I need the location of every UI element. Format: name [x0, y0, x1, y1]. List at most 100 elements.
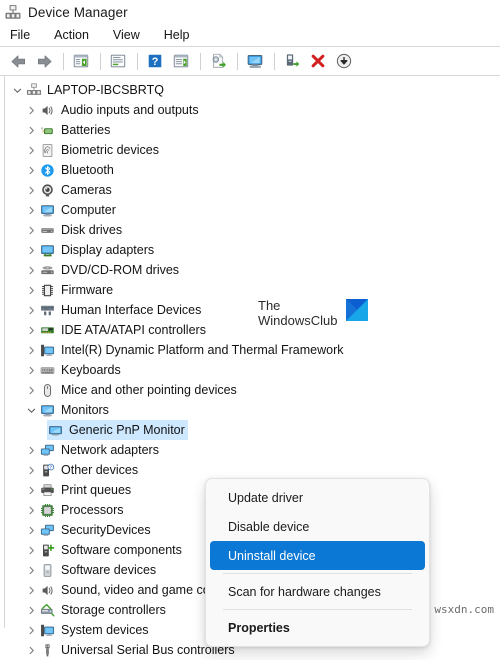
chevron-right-icon[interactable]	[23, 160, 39, 180]
tree-node-audio-inputs-and-outputs[interactable]: Audio inputs and outputs	[5, 100, 500, 120]
enable-device-icon[interactable]	[280, 49, 304, 73]
chevron-right-icon[interactable]	[23, 120, 39, 140]
tree-node-label: Processors	[61, 503, 124, 517]
chevron-right-icon[interactable]	[23, 540, 39, 560]
help-icon[interactable]: ?	[143, 49, 167, 73]
tree-node-label: IDE ATA/ATAPI controllers	[61, 323, 206, 337]
toolbar-separator	[100, 52, 101, 70]
tree-node-label: Other devices	[61, 463, 139, 477]
printer-icon	[39, 482, 56, 499]
monitor-icon	[39, 402, 56, 419]
usb-icon	[39, 642, 56, 659]
uninstall-device-icon[interactable]	[306, 49, 330, 73]
chevron-right-icon[interactable]	[23, 580, 39, 600]
chevron-right-icon[interactable]	[23, 380, 39, 400]
tree-node-keyboards[interactable]: Keyboards	[5, 360, 500, 380]
chevron-right-icon[interactable]	[23, 340, 39, 360]
chevron-down-icon[interactable]	[9, 80, 25, 100]
tree-node-label: Display adapters	[61, 243, 155, 257]
chevron-right-icon[interactable]	[23, 280, 39, 300]
tree-node-intel-dynamic-platform-and-thermal-framework[interactable]: Intel(R) Dynamic Platform and Thermal Fr…	[5, 340, 500, 360]
tree-node-label: Print queues	[61, 483, 132, 497]
tree-node-display-adapters[interactable]: Display adapters	[5, 240, 500, 260]
tree-node-label: Computer	[61, 203, 116, 217]
chevron-right-icon[interactable]	[23, 240, 39, 260]
tree-node-other-devices[interactable]: ? Other devices	[5, 460, 500, 480]
chevron-right-icon[interactable]	[23, 360, 39, 380]
chevron-down-icon[interactable]	[23, 400, 39, 420]
footer-watermark: wsxdn.com	[434, 603, 494, 616]
optical-drive-icon	[39, 262, 56, 279]
chevron-right-icon[interactable]	[23, 300, 39, 320]
show-hide-action-pane-icon[interactable]	[169, 49, 193, 73]
menu-help[interactable]: Help	[162, 27, 192, 43]
tree-node-network-adapters[interactable]: Network adapters	[5, 440, 500, 460]
tree-node-computer[interactable]: Computer	[5, 200, 500, 220]
tree-node-label: Storage controllers	[61, 603, 166, 617]
tree-node-label: Disk drives	[61, 223, 123, 237]
tree-node-label: Network adapters	[61, 443, 159, 457]
chevron-right-icon[interactable]	[23, 460, 39, 480]
context-menu: Update driver Disable device Uninstall d…	[205, 478, 430, 647]
tree-node-firmware[interactable]: Firmware	[5, 280, 500, 300]
chevron-right-icon[interactable]	[23, 140, 39, 160]
back-arrow-icon[interactable]	[6, 49, 30, 73]
menu-view[interactable]: View	[111, 27, 142, 43]
tree-node-human-interface-devices[interactable]: Human Interface Devices	[5, 300, 500, 320]
tree-node-biometric-devices[interactable]: Biometric devices	[5, 140, 500, 160]
tree-node-mice-and-other-pointing-devices[interactable]: Mice and other pointing devices	[5, 380, 500, 400]
tree-node-dvd-cdrom-drives[interactable]: DVD/CD-ROM drives	[5, 260, 500, 280]
properties-icon[interactable]	[106, 49, 130, 73]
tree-node-bluetooth[interactable]: Bluetooth	[5, 160, 500, 180]
hid-icon	[39, 302, 56, 319]
ctx-scan-hardware-changes[interactable]: Scan for hardware changes	[210, 577, 425, 606]
tree-node-batteries[interactable]: Batteries	[5, 120, 500, 140]
tree-node-cameras[interactable]: Cameras	[5, 180, 500, 200]
chevron-right-icon[interactable]	[23, 180, 39, 200]
system-device-icon	[39, 622, 56, 639]
chevron-right-icon[interactable]	[23, 320, 39, 340]
tree-node-label: SecurityDevices	[61, 523, 151, 537]
ctx-properties[interactable]: Properties	[210, 613, 425, 642]
tree-node-label: Keyboards	[61, 363, 121, 377]
tree-node-disk-drives[interactable]: Disk drives	[5, 220, 500, 240]
chevron-right-icon[interactable]	[23, 480, 39, 500]
tree-node-root[interactable]: LAPTOP-IBCSBRTQ	[5, 80, 500, 100]
tree-node-label: DVD/CD-ROM drives	[61, 263, 180, 277]
scan-hardware-changes-icon[interactable]	[243, 49, 267, 73]
ctx-update-driver[interactable]: Update driver	[210, 483, 425, 512]
forward-arrow-icon[interactable]	[32, 49, 56, 73]
toolbar: ?	[0, 47, 500, 75]
tree-node-monitors[interactable]: Monitors	[5, 400, 500, 420]
chevron-right-icon[interactable]	[23, 500, 39, 520]
tree-node-ide-ata-atapi-controllers[interactable]: IDE ATA/ATAPI controllers	[5, 320, 500, 340]
chevron-right-icon[interactable]	[23, 440, 39, 460]
update-driver-icon[interactable]	[206, 49, 230, 73]
monitor-small-icon	[47, 422, 64, 439]
ctx-disable-device[interactable]: Disable device	[210, 512, 425, 541]
chevron-right-icon[interactable]	[23, 640, 39, 660]
security-device-icon	[39, 522, 56, 539]
show-hide-console-tree-icon[interactable]	[69, 49, 93, 73]
battery-icon	[39, 122, 56, 139]
other-device-icon: ?	[39, 462, 56, 479]
ctx-uninstall-device[interactable]: Uninstall device	[210, 541, 425, 570]
menu-bar: File Action View Help	[0, 24, 500, 46]
title-bar: Device Manager	[0, 0, 500, 24]
tree-node-label: Human Interface Devices	[61, 303, 202, 317]
chevron-right-icon[interactable]	[23, 200, 39, 220]
chevron-right-icon[interactable]	[23, 600, 39, 620]
tree-node-generic-pnp-monitor[interactable]: Generic PnP Monitor	[5, 420, 500, 440]
chevron-right-icon[interactable]	[23, 560, 39, 580]
storage-controller-icon	[39, 602, 56, 619]
chevron-right-icon[interactable]	[23, 220, 39, 240]
chevron-right-icon[interactable]	[23, 100, 39, 120]
menu-file[interactable]: File	[8, 27, 32, 43]
disable-device-icon[interactable]	[332, 49, 356, 73]
chevron-right-icon[interactable]	[23, 260, 39, 280]
chevron-right-icon[interactable]	[23, 620, 39, 640]
context-menu-separator	[223, 609, 412, 610]
chevron-right-icon[interactable]	[23, 520, 39, 540]
context-menu-separator	[223, 573, 412, 574]
menu-action[interactable]: Action	[52, 27, 91, 43]
